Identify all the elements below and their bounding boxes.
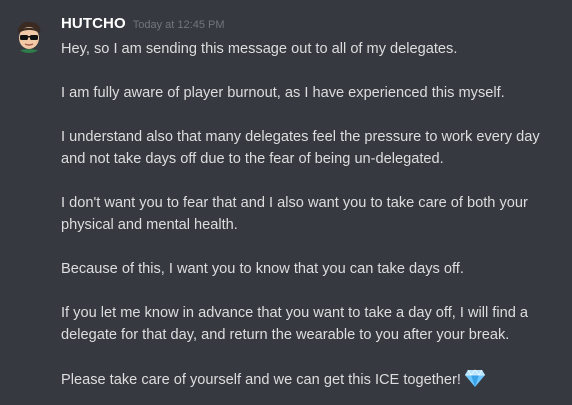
message-header: HUTCHO Today at 12:45 PM: [61, 15, 225, 35]
message-line: and not take days off due to the fear of…: [61, 151, 444, 167]
avatar[interactable]: [12, 19, 46, 53]
message-line: I don't want you to fear that and I also…: [61, 195, 528, 211]
message-paragraph: Because of this, I want you to know that…: [61, 258, 561, 280]
gem-icon[interactable]: [464, 368, 486, 388]
message-line: Please take care of yourself and we can …: [61, 372, 461, 388]
message-line: If you let me know in advance that you w…: [61, 305, 528, 321]
message-paragraph: Please take care of yourself and we can …: [61, 368, 561, 391]
message-line: I am fully aware of player burnout, as I…: [61, 85, 505, 101]
username[interactable]: HUTCHO: [61, 15, 126, 32]
message-line: delegate for that day, and return the we…: [61, 327, 510, 343]
chat-message: HUTCHO Today at 12:45 PM Hey, so I am se…: [0, 0, 572, 405]
message-paragraph: I don't want you to fear that and I also…: [61, 192, 561, 236]
message-line: Hey, so I am sending this message out to…: [61, 41, 458, 57]
message-line: Because of this, I want you to know that…: [61, 261, 464, 277]
sunglasses-face-icon: [16, 21, 42, 53]
message-paragraph: I am fully aware of player burnout, as I…: [61, 82, 561, 104]
message-content: Hey, so I am sending this message out to…: [61, 38, 561, 391]
message-paragraph: I understand also that many delegates fe…: [61, 126, 561, 170]
message-line: physical and mental health.: [61, 217, 238, 233]
message-paragraph: If you let me know in advance that you w…: [61, 302, 561, 346]
message-paragraph: Hey, so I am sending this message out to…: [61, 38, 561, 60]
message-line: I understand also that many delegates fe…: [61, 129, 540, 145]
timestamp[interactable]: Today at 12:45 PM: [133, 19, 225, 31]
